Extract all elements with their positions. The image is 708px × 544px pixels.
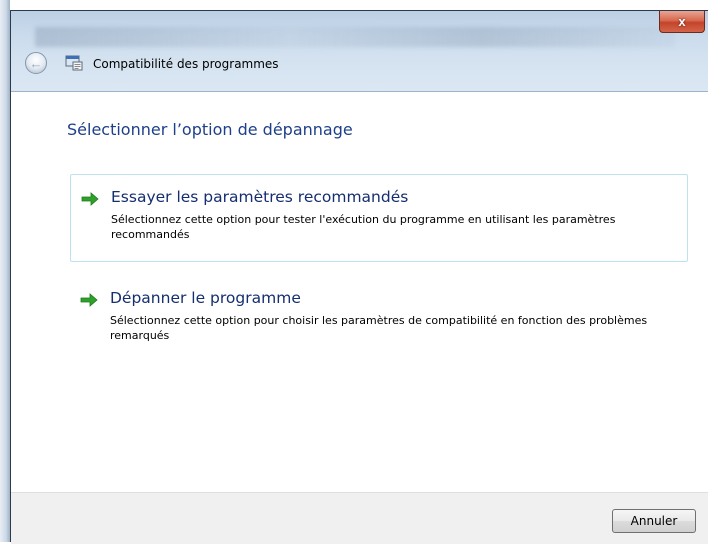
green-arrow-icon: [81, 192, 99, 206]
option-troubleshoot-program[interactable]: Dépanner le programme Sélectionnez cette…: [70, 276, 688, 356]
main-content: Sélectionner l’option de dépannage Essay…: [11, 92, 708, 492]
back-arrow-icon: ←: [29, 55, 43, 71]
navigation-row: ← Compatibilité des programmes: [11, 49, 708, 89]
title-bar: x ← Compatibilité des programmes: [11, 11, 708, 92]
window-title: Compatibilité des programmes: [93, 57, 279, 71]
option-recommended-settings[interactable]: Essayer les paramètres recommandés Sélec…: [70, 174, 688, 262]
back-button[interactable]: ←: [25, 52, 47, 74]
close-icon: x: [678, 14, 686, 29]
blurred-background-toolbar: [35, 27, 675, 47]
dialog-window: x ← Compatibilité des programmes Sélecti…: [10, 10, 708, 544]
dialog-footer: Annuler: [11, 492, 708, 544]
page-heading: Sélectionner l’option de dépannage: [67, 120, 353, 139]
close-button[interactable]: x: [659, 11, 705, 33]
option-title: Dépanner le programme: [110, 289, 301, 307]
program-compatibility-icon: [65, 55, 83, 71]
screen: x ← Compatibilité des programmes Sélecti…: [0, 0, 708, 544]
cancel-button[interactable]: Annuler: [612, 509, 696, 533]
option-description: Sélectionnez cette option pour choisir l…: [110, 314, 648, 342]
option-title: Essayer les paramètres recommandés: [111, 188, 409, 206]
green-arrow-icon: [80, 293, 98, 307]
option-description: Sélectionnez cette option pour tester l'…: [111, 213, 616, 241]
background-window-edge: [0, 0, 10, 542]
